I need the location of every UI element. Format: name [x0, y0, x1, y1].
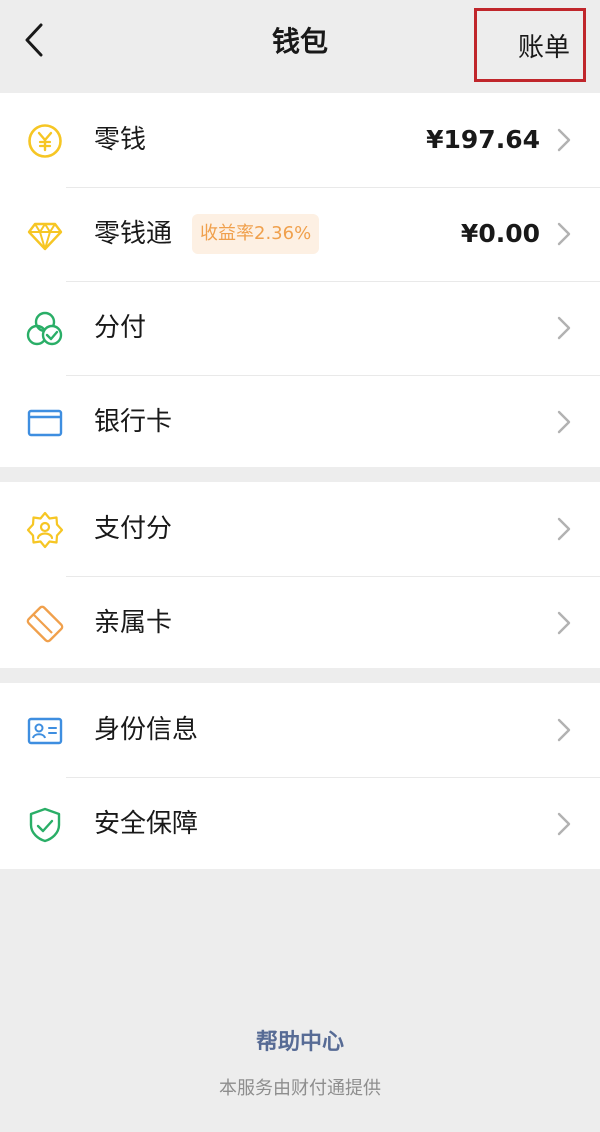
- row-label: 银行卡: [94, 407, 173, 437]
- row-label: 零钱: [94, 125, 147, 155]
- id-card-icon: [26, 712, 64, 750]
- yield-rate-badge: 收益率2.36%: [192, 214, 320, 254]
- row-change[interactable]: 零钱 ¥197.64: [0, 93, 600, 187]
- wallet-group-identity: 身份信息 安全保障: [0, 683, 600, 869]
- row-lingqiantong[interactable]: 零钱通 收益率2.36% ¥0.00: [0, 187, 600, 281]
- row-label: 分付: [94, 313, 147, 343]
- chevron-right-icon: [557, 517, 571, 541]
- bill-button[interactable]: 账单: [474, 8, 586, 82]
- row-identity-info[interactable]: 身份信息: [0, 683, 600, 777]
- wallet-group-credit: 支付分 亲属卡: [0, 482, 600, 668]
- balance-value: ¥0.00: [460, 219, 540, 248]
- chevron-right-icon: [557, 718, 571, 742]
- balance-value: ¥197.64: [426, 125, 540, 154]
- pay-score-badge-icon: [26, 511, 64, 549]
- row-fenfu[interactable]: 分付: [0, 281, 600, 375]
- chevron-right-icon: [557, 128, 571, 152]
- chevron-right-icon: [557, 222, 571, 246]
- bank-card-icon: [26, 404, 64, 442]
- chevron-right-icon: [557, 611, 571, 635]
- yen-coin-icon: [26, 122, 64, 160]
- family-card-icon: [26, 605, 64, 643]
- row-label: 支付分: [94, 514, 173, 544]
- chevron-right-icon: [557, 812, 571, 836]
- row-bank-card[interactable]: 银行卡: [0, 375, 600, 469]
- nav-bar: 钱包 账单: [0, 0, 600, 92]
- help-center-link[interactable]: 帮助中心: [0, 1024, 600, 1056]
- security-shield-icon: [26, 806, 64, 844]
- row-pay-score[interactable]: 支付分: [0, 482, 600, 576]
- row-label: 身份信息: [94, 715, 199, 745]
- chevron-right-icon: [557, 410, 571, 434]
- wallet-page: 钱包 账单 零钱 ¥197.64 零钱通 收益率2.36% ¥0.00 分付 银…: [0, 0, 600, 1132]
- fenfu-icon: [26, 310, 64, 348]
- wallet-group-funds: 零钱 ¥197.64 零钱通 收益率2.36% ¥0.00 分付 银行卡: [0, 93, 600, 467]
- row-family-card[interactable]: 亲属卡: [0, 576, 600, 670]
- row-label: 亲属卡: [94, 608, 173, 638]
- service-provider-text: 本服务由财付通提供: [219, 1078, 381, 1099]
- row-security[interactable]: 安全保障: [0, 777, 600, 871]
- diamond-icon: [26, 216, 64, 254]
- chevron-right-icon: [557, 316, 571, 340]
- row-label: 安全保障: [94, 809, 199, 839]
- row-label: 零钱通: [94, 219, 173, 249]
